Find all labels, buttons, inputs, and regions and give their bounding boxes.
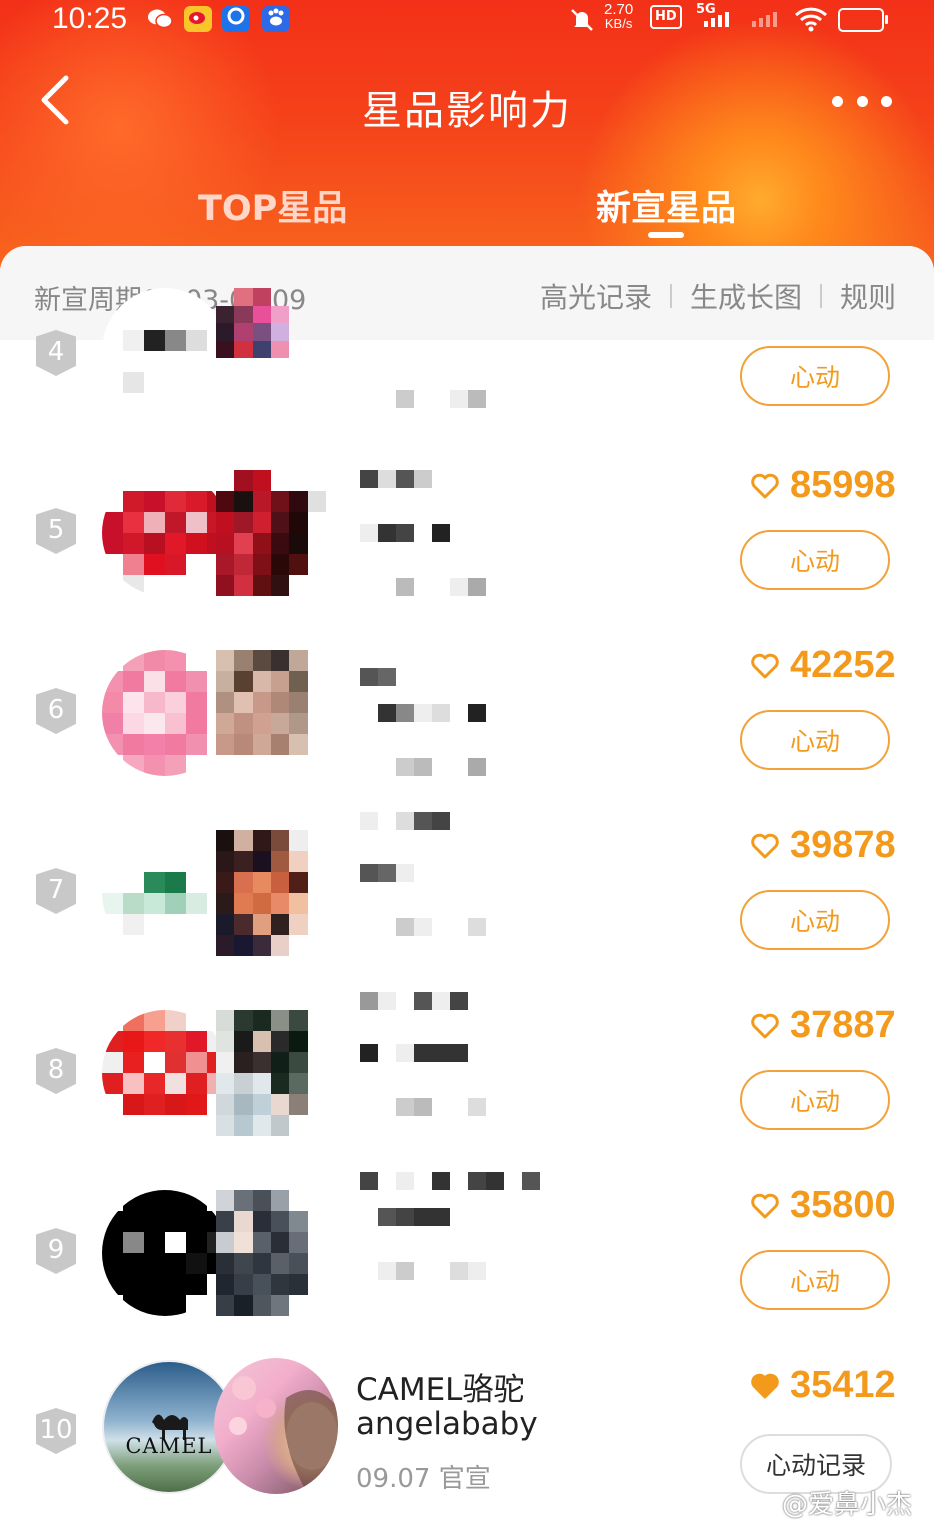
masked-text xyxy=(360,1172,540,1190)
star-avatar[interactable] xyxy=(216,650,326,776)
like-count-value: 35412 xyxy=(790,1364,896,1406)
list-item: 6 42252 心动 xyxy=(0,622,934,802)
masked-text xyxy=(378,704,486,722)
brand-name: CAMEL骆驼 xyxy=(356,1372,525,1408)
battery-icon xyxy=(838,8,888,32)
portrait-icon xyxy=(229,1376,338,1494)
announce-date: 09.07 官宣 xyxy=(356,1464,491,1494)
signal-icon-2 xyxy=(752,12,777,27)
like-button[interactable]: 心动 xyxy=(740,1070,890,1130)
like-count: 37887 xyxy=(750,1004,896,1047)
like-button[interactable]: 心动 xyxy=(740,346,890,406)
list-item: 7 39878 心动 xyxy=(0,802,934,982)
net-speed: 2.70 KB/s xyxy=(604,1,634,31)
rank-badge: 5 xyxy=(36,508,76,554)
list-item: 5 85998 心动 xyxy=(0,442,934,622)
masked-text xyxy=(360,668,396,686)
star-avatar[interactable] xyxy=(216,830,326,956)
rank-badge: 8 xyxy=(36,1048,76,1094)
star-avatar[interactable] xyxy=(216,470,326,596)
page-header: 10:25 2.70 KB/s HD 5G 星品影响力 TOP星品 新宣星品 xyxy=(0,0,934,270)
active-tab-indicator xyxy=(648,232,684,238)
watermark: @爱鼻小杰 xyxy=(782,1490,913,1520)
masked-text xyxy=(360,864,414,882)
heart-icon xyxy=(751,1193,779,1218)
brand-avatar[interactable] xyxy=(102,650,228,776)
mute-icon xyxy=(568,6,596,38)
baidu-icon xyxy=(262,6,290,32)
ranking-panel: 新宣周期09.03-09.09 高光记录 生成长图 规则 4 xyxy=(0,246,934,1526)
brand-avatar[interactable] xyxy=(102,830,228,956)
masked-text xyxy=(360,524,450,542)
brand-avatar[interactable] xyxy=(102,288,228,414)
masked-text xyxy=(360,812,450,830)
status-bar: 10:25 2.70 KB/s HD 5G xyxy=(0,0,934,40)
list-item: 9 35800 心动 xyxy=(0,1162,934,1342)
heart-icon xyxy=(751,1013,779,1038)
masked-text xyxy=(396,1098,486,1116)
wechat-icon xyxy=(146,6,174,32)
like-button[interactable]: 心动 xyxy=(740,530,890,590)
masked-text xyxy=(396,578,486,596)
masked-text xyxy=(360,992,468,1010)
signal-icon xyxy=(704,12,729,27)
masked-text xyxy=(360,470,432,488)
star-avatar[interactable] xyxy=(214,1358,338,1494)
list-item: 4 心动 xyxy=(0,260,934,440)
star-avatar[interactable] xyxy=(216,1010,326,1136)
like-count-value: 42252 xyxy=(790,644,896,686)
app-icon xyxy=(222,6,250,32)
like-count: 42252 xyxy=(750,644,896,687)
like-button[interactable]: 心动 xyxy=(740,890,890,950)
masked-text xyxy=(396,390,486,408)
masked-text xyxy=(396,758,486,776)
heart-icon xyxy=(751,653,779,678)
heart-filled-icon xyxy=(751,1373,779,1398)
like-button[interactable]: 心动 xyxy=(740,1250,890,1310)
brand-avatar[interactable] xyxy=(102,1010,228,1136)
status-time: 10:25 xyxy=(52,2,128,35)
like-count: 35412 xyxy=(750,1364,896,1407)
like-button[interactable]: 心动 xyxy=(740,710,890,770)
like-count-value: 37887 xyxy=(790,1004,896,1046)
masked-text xyxy=(360,1044,468,1062)
masked-text xyxy=(378,1262,486,1280)
star-avatar[interactable] xyxy=(216,1190,326,1316)
rank-badge: 10 xyxy=(36,1408,76,1454)
weibo-icon xyxy=(184,6,212,32)
tab-top-products[interactable]: TOP星品 xyxy=(198,180,347,231)
star-avatar[interactable] xyxy=(216,288,326,376)
like-count-value: 35800 xyxy=(790,1184,896,1226)
star-name: angelababy xyxy=(356,1406,538,1442)
heart-icon xyxy=(751,473,779,498)
rank-badge: 9 xyxy=(36,1228,76,1274)
page-title: 星品影响力 xyxy=(362,88,572,134)
rank-badge: 4 xyxy=(36,330,76,376)
brand-avatar[interactable] xyxy=(102,1190,228,1316)
like-count-value: 85998 xyxy=(790,464,896,506)
like-count-value: 39878 xyxy=(790,824,896,866)
rank-badge: 6 xyxy=(36,688,76,734)
wifi-icon xyxy=(794,6,828,36)
masked-text xyxy=(396,918,486,936)
like-count: 39878 xyxy=(750,824,896,867)
list-item: 8 37887 心动 xyxy=(0,982,934,1162)
heart-icon xyxy=(751,833,779,858)
rank-badge: 7 xyxy=(36,868,76,914)
masked-text xyxy=(378,1208,450,1226)
like-count: 35800 xyxy=(750,1184,896,1227)
tab-new-products[interactable]: 新宣星品 xyxy=(596,180,736,231)
brand-avatar[interactable] xyxy=(102,470,228,596)
hd-badge: HD xyxy=(650,5,682,29)
more-options-icon[interactable] xyxy=(832,86,892,116)
like-count: 85998 xyxy=(750,464,896,507)
